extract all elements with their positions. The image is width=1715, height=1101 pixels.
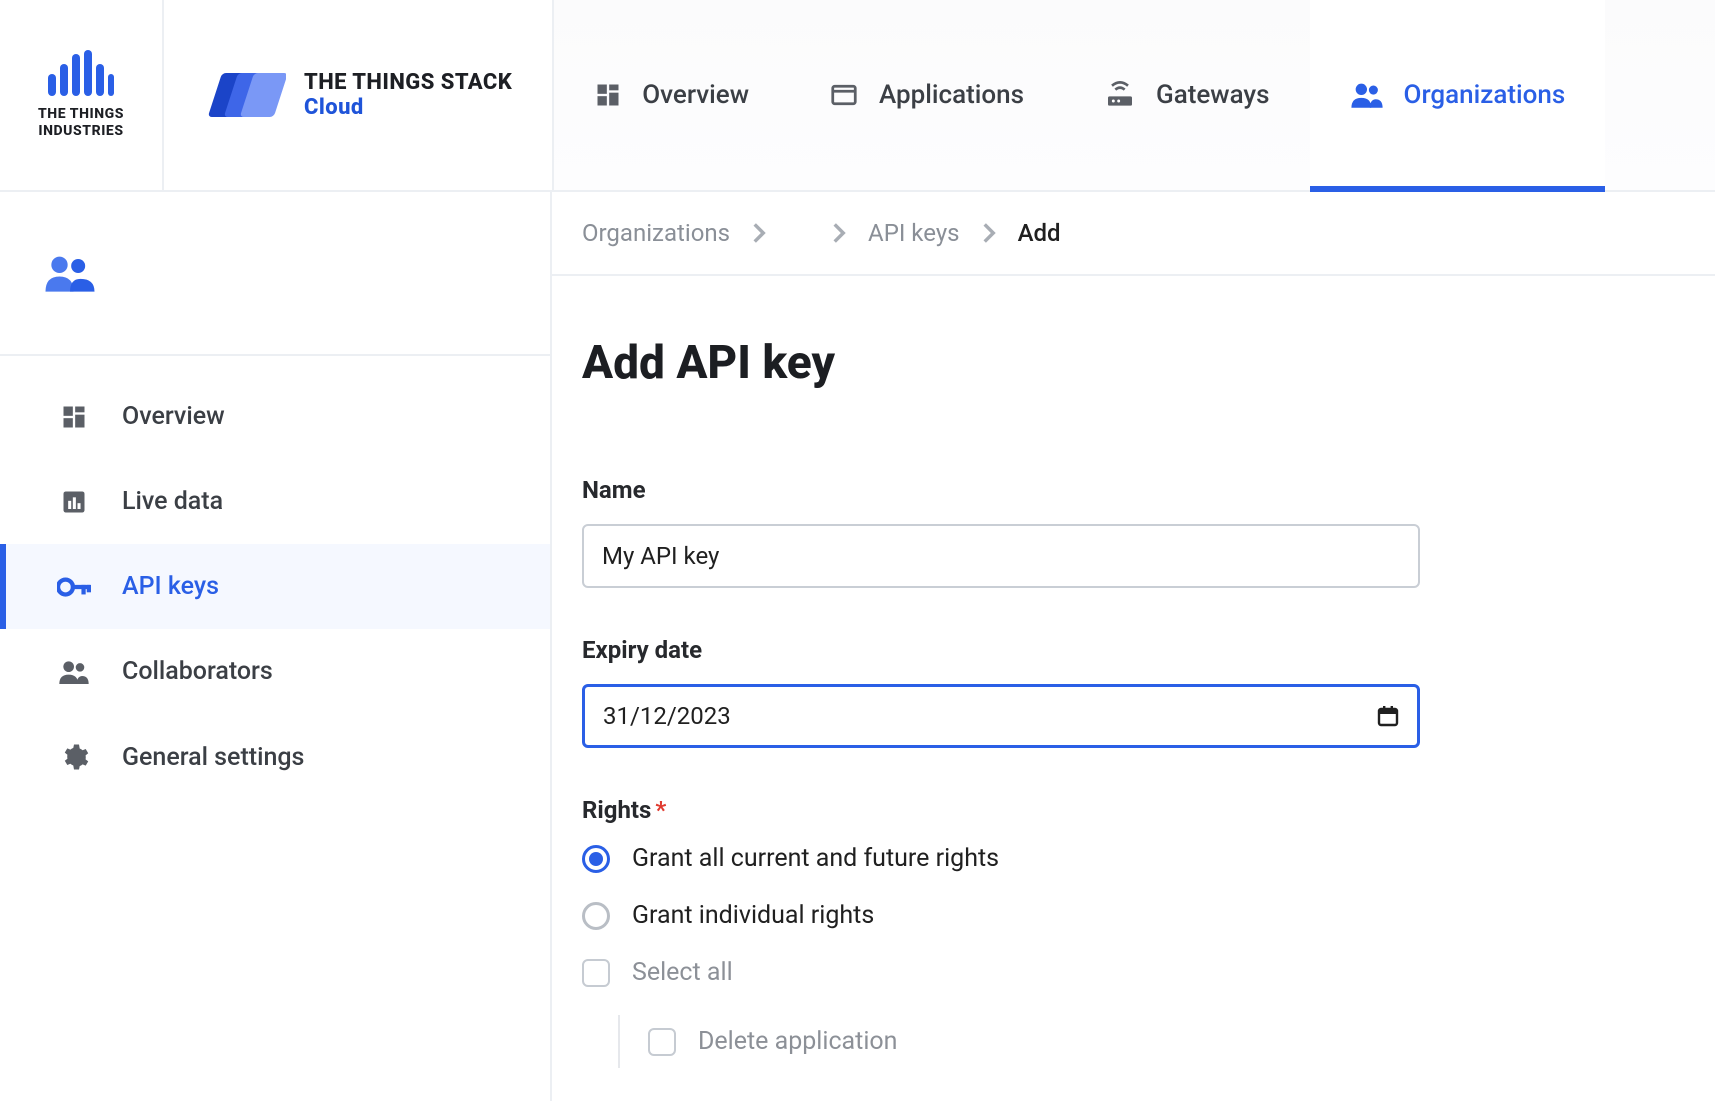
nav-overview[interactable]: Overview bbox=[554, 0, 789, 190]
top-nav: Overview Applications Gateways Organizat… bbox=[552, 0, 1715, 190]
page-title: Add API key bbox=[582, 336, 1422, 390]
expiry-label: Expiry date bbox=[582, 636, 1422, 664]
sidebar-item-api-keys[interactable]: API keys bbox=[0, 544, 550, 629]
brand-tti-line1: THE THINGS bbox=[38, 106, 124, 124]
sidebar-item-live-data[interactable]: Live data bbox=[0, 459, 550, 544]
gear-icon bbox=[56, 742, 92, 772]
dashboard-icon bbox=[594, 81, 622, 109]
crumb-api-keys[interactable]: API keys bbox=[868, 219, 960, 247]
brand-stack-sub: Cloud bbox=[304, 95, 512, 120]
rights-label: Rights* bbox=[582, 796, 1422, 824]
sidebar-item-label: API keys bbox=[122, 572, 219, 601]
radio-icon bbox=[582, 902, 610, 930]
radio-grant-individual-label: Grant individual rights bbox=[632, 901, 874, 930]
brand-tti[interactable]: THE THINGS INDUSTRIES bbox=[0, 0, 164, 191]
router-icon bbox=[1104, 80, 1136, 110]
sidebar-head bbox=[0, 192, 550, 356]
sidebar-item-collaborators[interactable]: Collaborators bbox=[0, 629, 550, 714]
radio-grant-individual[interactable]: Grant individual rights bbox=[582, 901, 1422, 930]
radio-grant-all[interactable]: Grant all current and future rights bbox=[582, 844, 1422, 873]
checkbox-delete-application-label: Delete application bbox=[698, 1027, 897, 1056]
nav-applications-label: Applications bbox=[879, 80, 1024, 110]
sidebar-item-overview[interactable]: Overview bbox=[0, 374, 550, 459]
people-icon bbox=[56, 659, 92, 685]
crumb-organizations[interactable]: Organizations bbox=[582, 219, 730, 247]
checkbox-icon bbox=[582, 959, 610, 987]
nav-gateways[interactable]: Gateways bbox=[1064, 0, 1310, 190]
sidebar-item-label: Collaborators bbox=[122, 657, 273, 686]
brand-tti-line2: INDUSTRIES bbox=[38, 123, 124, 141]
stack-logo-icon bbox=[200, 67, 286, 123]
key-icon bbox=[56, 573, 92, 601]
dashboard-icon bbox=[56, 403, 92, 431]
chevron-right-icon bbox=[752, 223, 766, 243]
name-label: Name bbox=[582, 476, 1422, 504]
name-input[interactable] bbox=[582, 524, 1420, 588]
radio-grant-all-label: Grant all current and future rights bbox=[632, 844, 999, 873]
nav-overview-label: Overview bbox=[642, 80, 749, 110]
checkbox-delete-application[interactable]: Delete application bbox=[618, 1015, 1422, 1068]
chevron-right-icon bbox=[832, 223, 846, 243]
sidebar-item-label: Live data bbox=[122, 487, 223, 516]
bar-chart-icon bbox=[56, 488, 92, 516]
nav-organizations-label: Organizations bbox=[1404, 80, 1566, 110]
sidebar: Overview Live data API keys Collaborator… bbox=[0, 192, 552, 1101]
sidebar-item-general-settings[interactable]: General settings bbox=[0, 714, 550, 800]
expiry-date-input[interactable] bbox=[582, 684, 1420, 748]
checkbox-select-all-label: Select all bbox=[632, 958, 733, 987]
breadcrumb: Organizations API keys Add bbox=[552, 192, 1715, 276]
nav-organizations[interactable]: Organizations bbox=[1310, 0, 1606, 190]
sidebar-item-label: General settings bbox=[122, 743, 304, 772]
web-asset-icon bbox=[829, 80, 859, 110]
org-people-icon bbox=[42, 253, 98, 293]
crumb-add: Add bbox=[1018, 219, 1061, 247]
sidebar-item-label: Overview bbox=[122, 402, 225, 431]
tti-bars-icon bbox=[48, 50, 114, 96]
nav-applications[interactable]: Applications bbox=[789, 0, 1064, 190]
chevron-right-icon bbox=[982, 223, 996, 243]
checkbox-icon bbox=[648, 1028, 676, 1056]
brand-stack-title: THE THINGS STACK bbox=[304, 70, 512, 95]
people-icon bbox=[1350, 81, 1384, 109]
radio-icon bbox=[582, 845, 610, 873]
nav-gateways-label: Gateways bbox=[1156, 80, 1270, 110]
brand-stack[interactable]: THE THINGS STACK Cloud bbox=[164, 67, 552, 123]
checkbox-select-all[interactable]: Select all bbox=[582, 958, 1422, 987]
